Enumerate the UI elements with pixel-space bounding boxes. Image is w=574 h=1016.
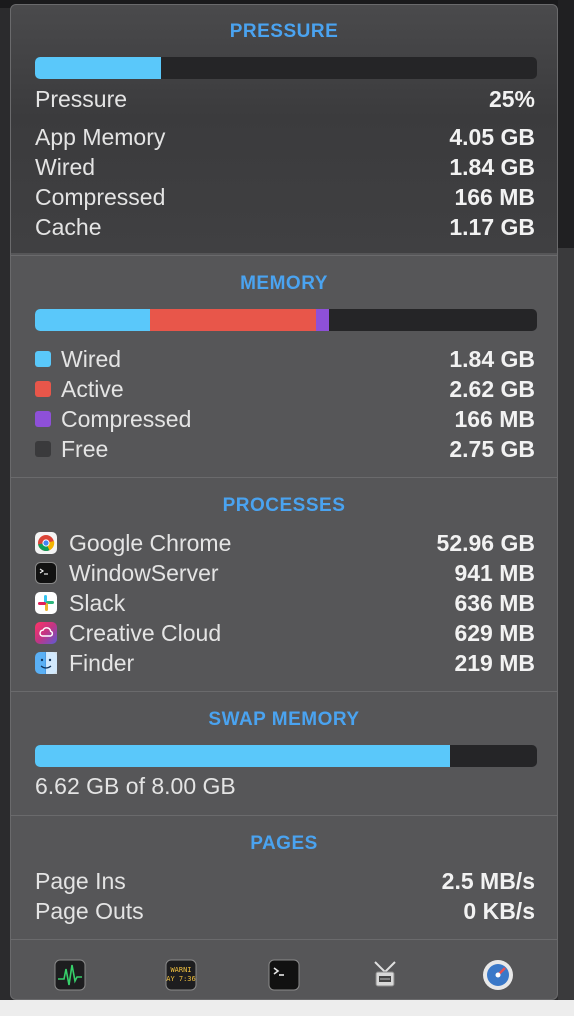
page-outs-value: 0 KB/s xyxy=(463,897,535,924)
pressure-bar xyxy=(35,57,537,79)
pressure-bar-fill xyxy=(35,57,161,79)
process-google-chrome-value: 52.96 GB xyxy=(436,529,535,556)
process-finder-label: Finder xyxy=(69,649,135,676)
pressure-label: Pressure xyxy=(35,85,128,112)
activity-monitor-button[interactable] xyxy=(53,958,87,992)
swap-bar xyxy=(35,745,537,767)
page-ins-value: 2.5 MB/s xyxy=(441,867,535,894)
memory-free-row: Free 2.75 GB xyxy=(35,434,535,464)
system-information-icon xyxy=(374,961,396,987)
terminal-icon xyxy=(35,562,57,584)
memory-active-label: Active xyxy=(61,375,124,402)
activity-monitor-icon xyxy=(54,959,86,991)
process-creative-cloud-label: Creative Cloud xyxy=(69,619,222,646)
stat-wired-row: Wired 1.84 GB xyxy=(35,152,535,182)
stat-compressed-label: Compressed xyxy=(35,183,166,210)
memory-free-label: Free xyxy=(61,435,109,462)
slack-icon xyxy=(35,592,57,614)
page-outs-row: Page Outs 0 KB/s xyxy=(35,896,535,926)
memory-free-value: 2.75 GB xyxy=(449,435,535,462)
process-slack-label: Slack xyxy=(69,589,126,616)
stat-wired-value: 1.84 GB xyxy=(449,153,535,180)
page-ins-row: Page Ins 2.5 MB/s xyxy=(35,866,535,896)
processes-title: PROCESSES xyxy=(222,495,346,516)
memory-bar-compressed xyxy=(316,309,329,331)
stat-cache-label: Cache xyxy=(35,213,102,240)
memory-bar-wired xyxy=(35,309,151,331)
legend-swatch-active xyxy=(35,381,51,397)
memory-compressed-value: 166 MB xyxy=(454,405,535,432)
memory-wired-row: Wired 1.84 GB xyxy=(35,344,535,374)
stat-app-memory-label: App Memory xyxy=(35,123,166,150)
terminal-icon xyxy=(268,959,300,991)
memory-wired-value: 1.84 GB xyxy=(449,345,535,372)
divider xyxy=(11,691,557,692)
console-button[interactable]: WARNI AY 7:36 xyxy=(164,958,198,992)
background-desktop xyxy=(0,1000,574,1016)
memory-title: MEMORY xyxy=(240,273,328,294)
process-google-chrome-label: Google Chrome xyxy=(69,529,232,556)
process-finder-value: 219 MB xyxy=(454,649,535,676)
stat-cache-row: Cache 1.17 GB xyxy=(35,212,535,242)
page-ins-label: Page Ins xyxy=(35,867,126,894)
terminal-button[interactable] xyxy=(267,958,301,992)
memory-compressed-label: Compressed xyxy=(61,405,192,432)
stat-app-memory-value: 4.05 GB xyxy=(449,123,535,150)
page-outs-label: Page Outs xyxy=(35,897,144,924)
pressure-row: Pressure 25% xyxy=(35,84,535,114)
divider xyxy=(11,939,557,940)
swap-bar-fill xyxy=(35,745,451,767)
stat-compressed-value: 166 MB xyxy=(454,183,535,210)
process-slack-row: Slack 636 MB xyxy=(35,588,535,618)
speed-gauge-icon xyxy=(483,960,513,990)
stat-cache-value: 1.17 GB xyxy=(449,213,535,240)
pressure-title: PRESSURE xyxy=(229,21,339,42)
process-windowserver-value: 941 MB xyxy=(454,559,535,586)
divider xyxy=(11,815,557,816)
process-slack-value: 636 MB xyxy=(454,589,535,616)
console-icon-text-line1: WARNI xyxy=(170,966,191,974)
background-window-edge xyxy=(558,248,574,1000)
pressure-value: 25% xyxy=(488,85,535,112)
disk-utility-button[interactable] xyxy=(481,958,515,992)
legend-swatch-compressed xyxy=(35,411,51,427)
memory-popover: PRESSURE Pressure 25% MEMORY PROCESSES S… xyxy=(10,4,558,1000)
stat-compressed-row: Compressed 166 MB xyxy=(35,182,535,212)
process-windowserver-row: WindowServer 941 MB xyxy=(35,558,535,588)
chrome-icon xyxy=(35,532,57,554)
process-creative-cloud-row: Creative Cloud 629 MB xyxy=(35,618,535,648)
system-information-button[interactable] xyxy=(368,958,402,992)
stat-app-memory-row: App Memory 4.05 GB xyxy=(35,122,535,152)
background-window-edge xyxy=(558,0,574,248)
process-google-chrome-row: Google Chrome 52.96 GB xyxy=(35,528,535,558)
memory-active-value: 2.62 GB xyxy=(449,375,535,402)
console-icon: WARNI AY 7:36 xyxy=(165,959,197,991)
memory-bar-active xyxy=(150,309,317,331)
creative-cloud-icon xyxy=(35,622,57,644)
console-icon-text-line2: AY 7:36 xyxy=(166,975,196,983)
divider xyxy=(11,255,557,256)
legend-swatch-wired xyxy=(35,351,51,367)
swap-summary: 6.62 GB of 8.00 GB xyxy=(35,772,236,799)
swap-summary-row: 6.62 GB of 8.00 GB xyxy=(35,771,535,801)
memory-bar xyxy=(35,309,537,331)
memory-compressed-row: Compressed 166 MB xyxy=(35,404,535,434)
process-windowserver-label: WindowServer xyxy=(69,559,219,586)
pages-title: PAGES xyxy=(250,833,318,854)
swap-title: SWAP MEMORY xyxy=(208,709,360,730)
process-finder-row: Finder 219 MB xyxy=(35,648,535,678)
finder-icon xyxy=(35,652,57,674)
stat-wired-label: Wired xyxy=(35,153,96,180)
process-creative-cloud-value: 629 MB xyxy=(454,619,535,646)
legend-swatch-free xyxy=(35,441,51,457)
memory-wired-label: Wired xyxy=(61,345,122,372)
divider xyxy=(11,477,557,478)
memory-active-row: Active 2.62 GB xyxy=(35,374,535,404)
